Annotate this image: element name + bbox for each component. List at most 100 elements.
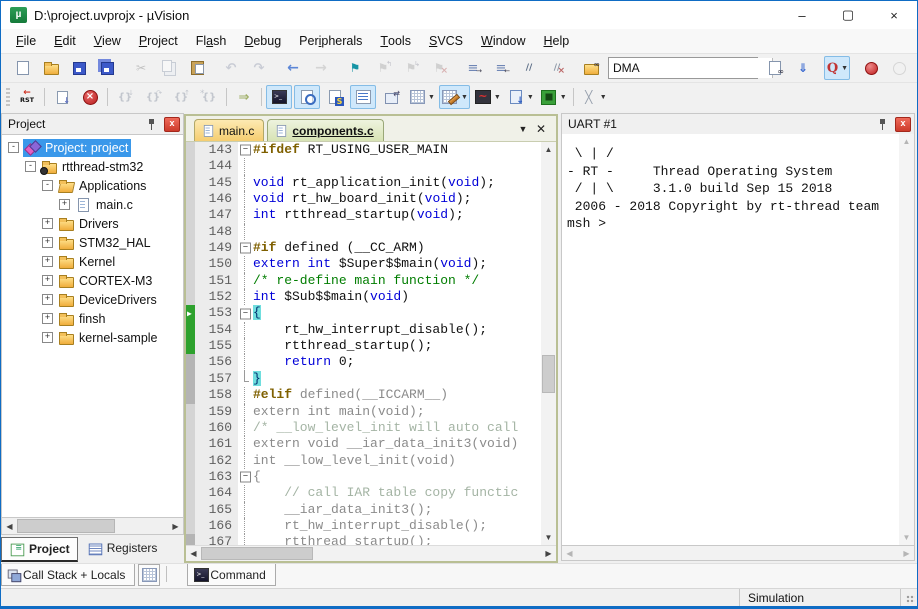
memory-window-button[interactable]: ▼ [406,85,437,109]
logic-analyzer-button-dropdown-icon[interactable]: ▼ [494,94,501,101]
scroll-up-icon[interactable]: ▲ [899,134,914,149]
expand-icon[interactable]: + [42,294,53,305]
uart-panel-close-icon[interactable]: x [895,117,911,132]
open-file-button[interactable] [38,56,64,80]
paste-button[interactable] [184,56,210,80]
tree-item-kernel-sample[interactable]: +kernel-sample [2,328,183,347]
watch-window-button-dropdown-icon[interactable]: ▼ [461,94,468,101]
disable-all-breakpoints-button[interactable] [914,56,918,80]
tree-item-kernel[interactable]: +Kernel [2,252,183,271]
command-tab[interactable]: Command [187,564,275,586]
project-panel-close-icon[interactable]: x [164,117,180,132]
collapse-icon[interactable]: - [25,161,36,172]
serial-window-button[interactable] [350,85,376,109]
clear-bookmarks-button[interactable] [426,56,452,80]
new-file-button[interactable] [10,56,36,80]
next-bookmark-button[interactable] [398,56,424,80]
save-all-button[interactable] [94,56,120,80]
system-viewer-button-dropdown-icon[interactable]: ▼ [527,94,534,101]
menu-edit[interactable]: Edit [45,29,85,53]
tree-item-stm32-hal[interactable]: +STM32_HAL [2,233,183,252]
tree-item-rtthread-stm32[interactable]: -rtthread-stm32 [2,157,183,176]
show-next-statement-button[interactable] [231,85,257,109]
toolbar-grip[interactable] [6,88,10,106]
project-horizontal-scrollbar[interactable]: ◀ ▶ [1,518,184,535]
watch-window-button[interactable]: ▼ [439,85,470,109]
tree-item-finsh[interactable]: +finsh [2,309,183,328]
step-button[interactable] [112,85,138,109]
uart-horizontal-scrollbar[interactable]: ◀ ▶ [561,546,915,561]
code-editor[interactable]: 143#ifdef RT_USING_USER_MAIN144145void r… [186,142,541,545]
fold-collapse-icon[interactable] [238,240,251,256]
fold-collapse-icon[interactable] [238,469,251,485]
menu-svcs[interactable]: SVCS [420,29,472,53]
tree-item-cortex-m3[interactable]: +CORTEX-M3 [2,271,183,290]
menu-file[interactable]: File [7,29,45,53]
pin-icon[interactable] [147,119,156,130]
tree-item-devicedrivers[interactable]: +DeviceDrivers [2,290,183,309]
close-button[interactable]: × [871,1,917,29]
menu-peripherals[interactable]: Peripherals [290,29,371,53]
redo-button[interactable] [246,56,272,80]
memory-window-button-dropdown-icon[interactable]: ▼ [428,94,435,101]
expand-icon[interactable]: + [42,332,53,343]
collapse-icon[interactable]: - [42,180,53,191]
undo-button[interactable] [218,56,244,80]
enable-breakpoint-button[interactable] [886,56,912,80]
debug-toolbox-button-dropdown-icon[interactable]: ▼ [600,94,607,101]
scroll-right-icon[interactable]: ▶ [168,518,183,534]
peripheral-dialog-button[interactable]: ▼ [538,85,569,109]
reset-button[interactable] [14,85,40,109]
search-combo[interactable]: ▼ [608,57,758,79]
scroll-left-icon[interactable]: ◀ [2,518,17,534]
logic-analyzer-button[interactable]: ▼ [472,85,503,109]
scroll-left-icon[interactable]: ◀ [562,546,577,560]
scroll-up-icon[interactable]: ▲ [541,142,556,157]
copy-button[interactable] [156,56,182,80]
stop-button[interactable] [77,85,103,109]
editor-horizontal-scrollbar[interactable]: ◀ ▶ [186,545,556,561]
navigate-back-button[interactable] [280,56,306,80]
uart-vertical-scrollbar[interactable]: ▲ ▼ [899,134,914,545]
insert-breakpoint-button[interactable] [858,56,884,80]
tab-project[interactable]: Project [1,537,78,562]
tree-item-main-c[interactable]: +main.c [2,195,183,214]
tree-item-drivers[interactable]: +Drivers [2,214,183,233]
navigate-forward-button[interactable] [308,56,334,80]
document-tab-main-c[interactable]: main.c [194,119,264,141]
run-button[interactable] [49,85,75,109]
outdent-button[interactable] [488,56,514,80]
quick-search-button-dropdown-icon[interactable]: ▼ [841,65,848,72]
run-to-cursor-button[interactable] [196,85,222,109]
indent-button[interactable] [460,56,486,80]
menu-tools[interactable]: Tools [371,29,420,53]
scroll-right-icon[interactable]: ▶ [541,546,556,561]
uart-terminal[interactable]: \ | / - RT - Thread Operating System / |… [562,134,899,545]
comment-button[interactable] [516,56,542,80]
close-document-icon[interactable]: ✕ [532,122,550,136]
save-button[interactable] [66,56,92,80]
pin-icon[interactable] [878,119,887,130]
search-combo-input[interactable] [609,58,772,78]
menu-view[interactable]: View [85,29,130,53]
document-tab-components-c[interactable]: components.c [267,119,383,141]
scroll-left-icon[interactable]: ◀ [186,546,201,561]
expand-icon[interactable]: + [42,275,53,286]
expand-icon[interactable]: + [59,199,70,210]
resize-grip[interactable] [900,589,917,606]
scroll-down-icon[interactable]: ▼ [899,530,914,545]
minimize-button[interactable]: – [779,1,825,29]
fold-collapse-icon[interactable] [238,142,251,158]
symbol-window-button[interactable] [322,85,348,109]
expand-icon[interactable]: + [42,237,53,248]
cut-button[interactable] [128,56,154,80]
expand-icon[interactable]: + [42,313,53,324]
menu-window[interactable]: Window [472,29,534,53]
maximize-button[interactable]: ▢ [825,1,871,29]
scroll-down-icon[interactable]: ▼ [541,530,556,545]
scroll-right-icon[interactable]: ▶ [899,546,914,560]
command-window-button[interactable] [266,85,292,109]
peripheral-dialog-button-dropdown-icon[interactable]: ▼ [560,94,567,101]
editor-vertical-scrollbar[interactable]: ▲ ▼ [541,142,556,545]
system-viewer-button[interactable]: ▼ [505,85,536,109]
